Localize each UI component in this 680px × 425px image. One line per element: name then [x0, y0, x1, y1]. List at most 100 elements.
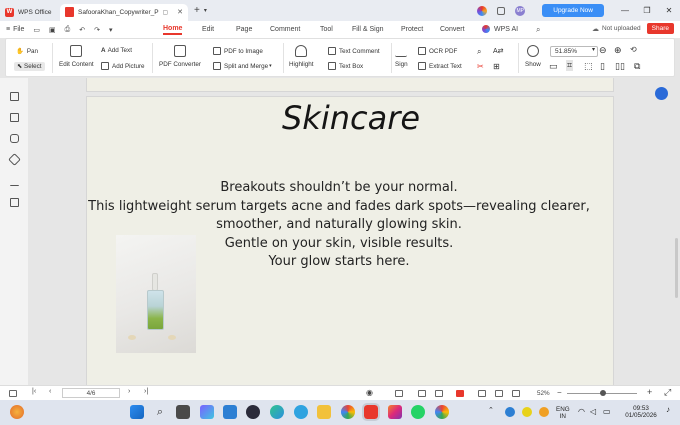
- print-icon[interactable]: ⎙: [65, 26, 71, 34]
- fullscreen-icon[interactable]: [495, 390, 503, 397]
- show-button[interactable]: Show: [525, 45, 541, 68]
- select-tool[interactable]: ⬉ Select: [14, 62, 45, 71]
- more-view-icon[interactable]: ⧉: [634, 61, 640, 72]
- tab-fill-sign[interactable]: Fill & Sign: [352, 26, 384, 33]
- tab-comment[interactable]: Comment: [270, 26, 300, 33]
- last-page-icon[interactable]: ›|: [144, 388, 148, 395]
- actual-size-icon[interactable]: ⬚: [584, 61, 593, 72]
- reading-mode-icon[interactable]: [512, 390, 520, 397]
- rotate-icon[interactable]: ⟲: [630, 45, 637, 54]
- slideshow-icon[interactable]: [456, 390, 464, 397]
- thumbnail-icon[interactable]: [10, 113, 19, 122]
- signature-icon[interactable]: [10, 177, 19, 186]
- window-mode-icon[interactable]: ▢: [163, 9, 169, 16]
- tab-list-chevron-icon[interactable]: ▾: [204, 7, 207, 14]
- grid-button[interactable]: ⊞: [493, 62, 500, 71]
- zoom-input[interactable]: 51.85%: [550, 46, 598, 57]
- crop-button[interactable]: ✂: [477, 62, 484, 71]
- fit-page-icon[interactable]: ▭: [549, 61, 558, 72]
- highlight-button[interactable]: Highlight: [289, 45, 314, 68]
- text-comment-button[interactable]: Text Comment: [328, 47, 380, 55]
- tab-wps-ai[interactable]: WPS AI: [494, 26, 518, 33]
- replace-button[interactable]: A⇄: [493, 47, 504, 55]
- battery-icon[interactable]: ▭: [603, 408, 611, 416]
- status-zoom-in-icon[interactable]: +: [647, 387, 652, 397]
- pdf-converter-button[interactable]: PDF Converter: [159, 45, 201, 68]
- sidebar-toggle-icon[interactable]: [9, 390, 17, 397]
- next-page-icon[interactable]: ›: [128, 388, 130, 395]
- find-button[interactable]: ⌕: [477, 47, 481, 57]
- continuous-view-icon[interactable]: [418, 390, 426, 397]
- close-window-button[interactable]: ✕: [658, 6, 680, 15]
- chrome-icon[interactable]: [341, 405, 355, 419]
- vertical-scrollbar[interactable]: [675, 238, 678, 298]
- search-icon[interactable]: ⌕: [536, 25, 540, 35]
- attachment-icon[interactable]: [8, 153, 21, 166]
- quick-access-chevron-icon[interactable]: ▾: [109, 26, 113, 34]
- wps-office-tab[interactable]: W WPS Office: [0, 4, 60, 21]
- pan-tool[interactable]: ✋ Pan: [16, 47, 38, 56]
- upgrade-now-button[interactable]: Upgrade Now: [542, 4, 604, 17]
- document-tab[interactable]: SafooraKhan_Copywriter_P ▢ ✕: [60, 3, 188, 21]
- open-folder-icon[interactable]: ▭: [33, 26, 40, 34]
- ai-assistant-icon[interactable]: [477, 5, 488, 16]
- share-button[interactable]: Share: [646, 23, 674, 34]
- page-number-input[interactable]: 4/6: [62, 388, 120, 398]
- document-viewer[interactable]: Skincare Breakouts shouldn’t be your nor…: [28, 78, 680, 385]
- task-view-icon[interactable]: [176, 405, 190, 419]
- edit-content-button[interactable]: Edit Content: [59, 45, 94, 68]
- new-tab-button[interactable]: +: [194, 5, 200, 16]
- tab-protect[interactable]: Protect: [401, 26, 423, 33]
- start-menu-icon[interactable]: [130, 405, 144, 419]
- edge-icon[interactable]: [270, 405, 284, 419]
- fit-width-icon[interactable]: ⌗: [566, 60, 574, 71]
- tab-convert[interactable]: Convert: [440, 26, 465, 33]
- weather-icon[interactable]: [10, 405, 24, 419]
- first-page-icon[interactable]: |‹: [32, 388, 36, 395]
- hamburger-menu-icon[interactable]: ≡: [6, 26, 10, 33]
- file-explorer-icon[interactable]: [317, 405, 331, 419]
- vscode-icon[interactable]: [223, 405, 237, 419]
- tray-chevron-icon[interactable]: ⌃: [488, 407, 494, 414]
- tray-app-2-icon[interactable]: [539, 407, 549, 417]
- prev-page-icon[interactable]: ‹: [49, 388, 51, 395]
- fit-icon[interactable]: [478, 390, 486, 397]
- zoom-out-icon[interactable]: ⊖: [599, 45, 607, 56]
- user-avatar[interactable]: MP: [515, 5, 526, 16]
- wps-taskbar-icon[interactable]: [362, 403, 380, 421]
- fit-window-icon[interactable]: ⤢: [664, 387, 671, 398]
- upload-status[interactable]: Not uploaded: [602, 25, 641, 32]
- copilot-icon[interactable]: [200, 405, 214, 419]
- status-zoom-out-icon[interactable]: −: [557, 388, 562, 397]
- instagram-icon[interactable]: [388, 405, 402, 419]
- bookmark-icon[interactable]: [10, 92, 19, 101]
- text-box-button[interactable]: Text Box: [328, 62, 363, 70]
- chrome-profile-icon[interactable]: [435, 405, 449, 419]
- add-text-button[interactable]: A Add Text: [101, 47, 132, 54]
- undo-icon[interactable]: ↶: [79, 26, 85, 34]
- wifi-icon[interactable]: ◠: [578, 408, 585, 416]
- zoom-dropdown-icon[interactable]: ▾: [592, 46, 595, 53]
- redo-icon[interactable]: ↷: [94, 26, 100, 34]
- two-page-icon[interactable]: ▯▯: [615, 61, 625, 72]
- pdf-to-image-button[interactable]: PDF to Image: [213, 47, 263, 55]
- split-merge-button[interactable]: Split and Merge ▾: [213, 62, 272, 70]
- clock[interactable]: 09:53 01/05/2026: [621, 405, 661, 419]
- volume-icon[interactable]: ◁: [590, 408, 596, 416]
- tab-page[interactable]: Page: [236, 26, 252, 33]
- window-layout-icon[interactable]: [497, 6, 506, 15]
- comment-icon[interactable]: [10, 134, 19, 143]
- app-icon[interactable]: [246, 405, 260, 419]
- tab-tool[interactable]: Tool: [320, 26, 333, 33]
- tray-app-icon[interactable]: [522, 407, 532, 417]
- zoom-slider-handle[interactable]: [600, 390, 607, 396]
- eye-protection-icon[interactable]: ◉: [366, 388, 373, 397]
- layers-icon[interactable]: [10, 198, 19, 207]
- tab-edit[interactable]: Edit: [202, 26, 214, 33]
- zoom-in-icon[interactable]: ⊕: [614, 45, 622, 56]
- tab-home[interactable]: Home: [163, 25, 183, 35]
- restore-button[interactable]: ❐: [636, 6, 658, 15]
- language-indicator[interactable]: ENG IN: [556, 406, 570, 420]
- onedrive-icon[interactable]: [505, 407, 515, 417]
- single-page-view-icon[interactable]: [395, 390, 403, 397]
